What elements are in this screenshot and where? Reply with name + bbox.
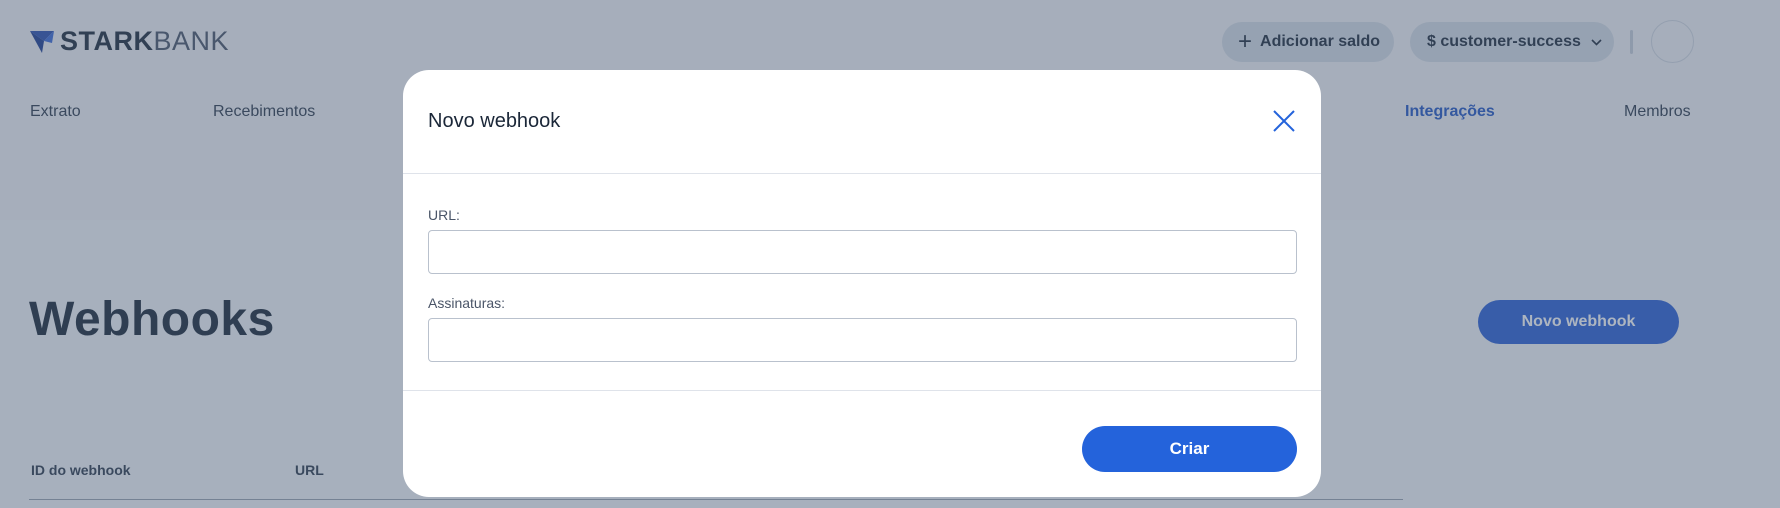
dialog-title: Novo webhook [428, 110, 561, 132]
close-icon[interactable] [1271, 108, 1297, 134]
signatures-label: Assinaturas: [428, 295, 506, 311]
dialog-footer-divider [403, 390, 1321, 391]
new-webhook-dialog: Novo webhook URL: Assinaturas: Criar [403, 70, 1321, 497]
create-button[interactable]: Criar [1082, 426, 1297, 472]
url-label: URL: [428, 207, 460, 223]
url-input[interactable] [428, 230, 1297, 274]
dialog-header-divider [403, 173, 1321, 174]
signatures-input[interactable] [428, 318, 1297, 362]
